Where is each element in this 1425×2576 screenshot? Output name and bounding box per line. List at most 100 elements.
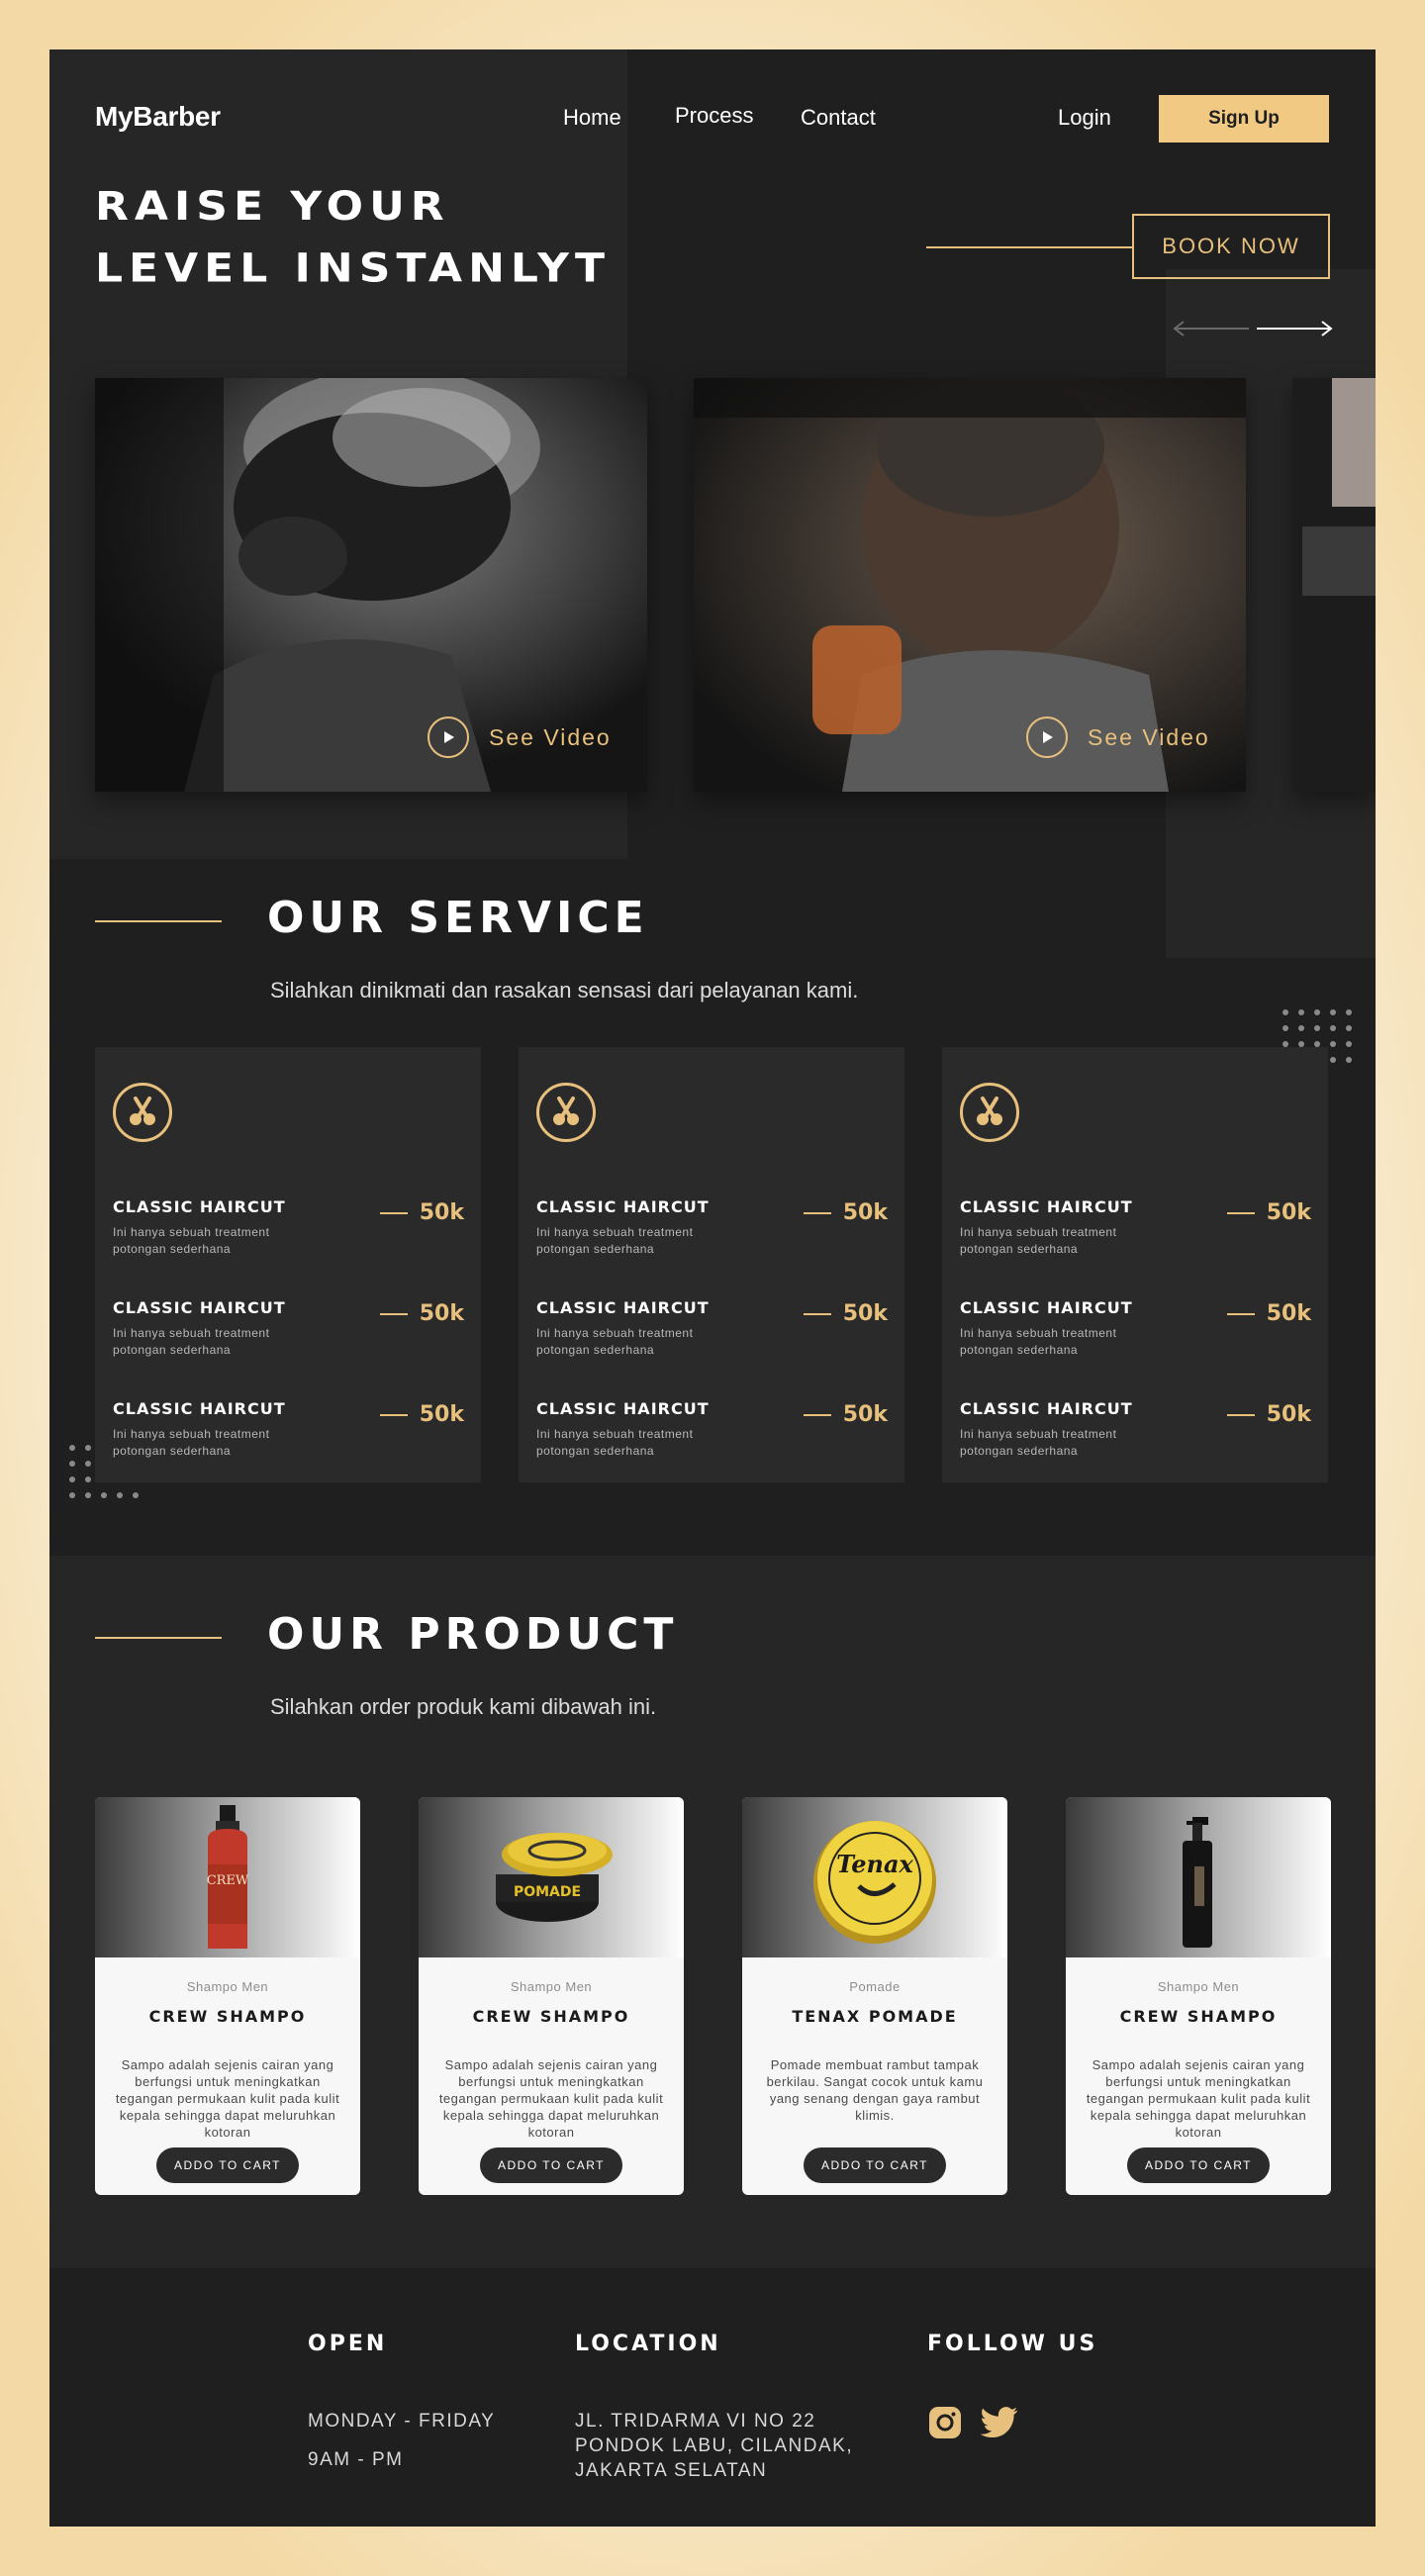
- brand-logo[interactable]: MyBarber: [95, 101, 221, 133]
- product-card-4[interactable]: Shampo Men CREW SHAMPO Sampo adalah seje…: [1066, 1797, 1331, 2195]
- add-to-cart-button[interactable]: ADDO TO CART: [804, 2147, 946, 2183]
- address-line: PONDOK LABU, CILANDAK,: [575, 2435, 854, 2456]
- service-subtitle: Silahkan dinikmati dan rasakan sensasi d…: [270, 978, 859, 1002]
- service-item[interactable]: CLASSIC HAIRCUT Ini hanya sebuah treatme…: [113, 1298, 464, 1359]
- hero-title: RAISE YOUR LEVEL INSTANLYT: [95, 176, 611, 300]
- service-desc: Ini hanya sebuah treatment potongan sede…: [113, 1225, 270, 1256]
- slide-1[interactable]: See Video: [95, 378, 647, 792]
- service-desc: Ini hanya sebuah treatment potongan sede…: [536, 1225, 694, 1256]
- see-video-label: See Video: [489, 723, 612, 750]
- product-category: Pomade: [849, 1979, 901, 1994]
- product-category: Shampo Men: [186, 1979, 269, 1994]
- signup-button[interactable]: Sign Up: [1159, 95, 1329, 143]
- service-item[interactable]: CLASSIC HAIRCUT Ini hanya sebuah treatme…: [113, 1399, 464, 1460]
- hero-title-line1: RAISE YOUR: [95, 183, 450, 231]
- prev-arrow-icon[interactable]: [1172, 319, 1251, 343]
- service-desc: Ini hanya sebuah treatment potongan sede…: [113, 1326, 270, 1357]
- service-desc: Ini hanya sebuah treatment potongan sede…: [536, 1326, 694, 1357]
- service-item[interactable]: CLASSIC HAIRCUT Ini hanya sebuah treatme…: [536, 1399, 888, 1460]
- service-desc: Ini hanya sebuah treatment potongan sede…: [536, 1427, 694, 1458]
- nav-contact[interactable]: Contact: [801, 105, 876, 131]
- svg-text:POMADE: POMADE: [514, 1884, 581, 1900]
- add-to-cart-button[interactable]: ADDO TO CART: [156, 2147, 299, 2183]
- pump-bottle-icon: [1183, 1817, 1212, 1948]
- see-video-button[interactable]: See Video: [428, 716, 612, 758]
- product-name: CREW SHAMPO: [472, 2007, 630, 2026]
- see-video-label: See Video: [1088, 723, 1210, 750]
- nav-home[interactable]: Home: [563, 105, 621, 131]
- instagram-icon[interactable]: [927, 2405, 963, 2445]
- nav-login[interactable]: Login: [1058, 105, 1111, 131]
- barber-photo-3: [1292, 378, 1376, 792]
- next-arrow-icon[interactable]: [1255, 319, 1334, 343]
- service-item[interactable]: CLASSIC HAIRCUT Ini hanya sebuah treatme…: [960, 1197, 1311, 1258]
- product-desc: Sampo adalah sejenis cairan yang berfung…: [1086, 2057, 1311, 2140]
- product-card-2[interactable]: POMADE Shampo Men CREW SHAMPO Sampo adal…: [419, 1797, 684, 2195]
- footer-location-title: LOCATION: [575, 2332, 721, 2356]
- pomade-tin-icon: POMADE: [496, 1833, 613, 1922]
- service-desc: Ini hanya sebuah treatment potongan sede…: [113, 1427, 270, 1458]
- service-desc: Ini hanya sebuah treatment potongan sede…: [960, 1326, 1117, 1357]
- footer-open-hours: 9AM - PM: [308, 2449, 404, 2470]
- product-image: [1066, 1797, 1331, 1957]
- service-item[interactable]: CLASSIC HAIRCUT Ini hanya sebuah treatme…: [113, 1197, 464, 1258]
- service-price: 50k: [379, 1200, 464, 1225]
- product-desc: Sampo adalah sejenis cairan yang berfung…: [438, 2057, 664, 2140]
- product-card-3[interactable]: Tenax Pomade TENAX POMADE Pomade membuat…: [742, 1797, 1007, 2195]
- footer-follow-title: FOLLOW US: [927, 2332, 1098, 2356]
- slide-3[interactable]: [1292, 378, 1376, 792]
- service-item[interactable]: CLASSIC HAIRCUT Ini hanya sebuah treatme…: [536, 1197, 888, 1258]
- product-category: Shampo Men: [1157, 1979, 1240, 1994]
- see-video-button-2[interactable]: See Video: [1026, 716, 1210, 758]
- address-line: JL. TRIDARMA VI NO 22: [575, 2411, 816, 2432]
- service-item[interactable]: CLASSIC HAIRCUT Ini hanya sebuah treatme…: [536, 1298, 888, 1359]
- nav-process[interactable]: Process: [675, 103, 753, 129]
- service-price: 50k: [379, 1301, 464, 1326]
- tenax-pomade-icon: Tenax: [813, 1821, 936, 1944]
- product-image: Tenax: [742, 1797, 1007, 1957]
- service-price: 50k: [803, 1301, 888, 1326]
- product-title-line: [95, 1637, 222, 1639]
- service-card-1: CLASSIC HAIRCUT Ini hanya sebuah treatme…: [95, 1047, 481, 1482]
- service-item[interactable]: CLASSIC HAIRCUT Ini hanya sebuah treatme…: [960, 1298, 1311, 1359]
- service-item[interactable]: CLASSIC HAIRCUT Ini hanya sebuah treatme…: [960, 1399, 1311, 1460]
- book-now-button[interactable]: BOOK NOW: [1132, 214, 1330, 279]
- twitter-icon[interactable]: [980, 2407, 1018, 2443]
- service-desc: Ini hanya sebuah treatment potongan sede…: [960, 1225, 1117, 1256]
- shampoo-bottle-icon: CREW: [207, 1805, 249, 1949]
- product-image: CREW: [95, 1797, 360, 1957]
- add-to-cart-button[interactable]: ADDO TO CART: [480, 2147, 622, 2183]
- product-image: POMADE: [419, 1797, 684, 1957]
- service-desc: Ini hanya sebuah treatment potongan sede…: [960, 1427, 1117, 1458]
- service-price: 50k: [1226, 1200, 1311, 1225]
- slide-2[interactable]: See Video: [694, 378, 1246, 792]
- scissors-icon: [960, 1083, 1019, 1142]
- product-name: CREW SHAMPO: [1119, 2007, 1278, 2026]
- product-desc: Pomade membuat rambut tampak berkilau. S…: [766, 2057, 984, 2123]
- service-price: 50k: [379, 1402, 464, 1427]
- footer-open-title: OPEN: [308, 2332, 388, 2356]
- service-price: 50k: [803, 1200, 888, 1225]
- service-card-3: CLASSIC HAIRCUT Ini hanya sebuah treatme…: [942, 1047, 1328, 1482]
- svg-text:Tenax: Tenax: [836, 1850, 913, 1878]
- product-name: CREW SHAMPO: [148, 2007, 307, 2026]
- svg-text:CREW: CREW: [207, 1873, 249, 1888]
- product-name: TENAX POMADE: [792, 2007, 958, 2026]
- service-price: 50k: [1226, 1402, 1311, 1427]
- add-to-cart-button[interactable]: ADDO TO CART: [1127, 2147, 1270, 2183]
- footer-open-days: MONDAY - FRIDAY: [308, 2411, 496, 2432]
- product-card-1[interactable]: CREW Shampo Men CREW SHAMPO Sampo adalah…: [95, 1797, 360, 2195]
- product-subtitle: Silahkan order produk kami dibawah ini.: [270, 1694, 657, 1719]
- page-frame: MyBarber Home Process Contact Login Sign…: [49, 49, 1376, 2527]
- scissors-icon: [536, 1083, 596, 1142]
- service-card-2: CLASSIC HAIRCUT Ini hanya sebuah treatme…: [519, 1047, 904, 1482]
- product-category: Shampo Men: [510, 1979, 593, 1994]
- service-title-line: [95, 920, 222, 922]
- service-price: 50k: [803, 1402, 888, 1427]
- product-desc: Sampo adalah sejenis cairan yang berfung…: [115, 2057, 340, 2140]
- product-title: OUR PRODUCT: [267, 1609, 679, 1660]
- hero-divider: [926, 246, 1132, 248]
- service-price: 50k: [1226, 1301, 1311, 1326]
- hero-title-line2: LEVEL INSTANLYT: [95, 244, 611, 292]
- footer-location-address: JL. TRIDARMA VI NO 22 PONDOK LABU, CILAN…: [575, 2409, 853, 2483]
